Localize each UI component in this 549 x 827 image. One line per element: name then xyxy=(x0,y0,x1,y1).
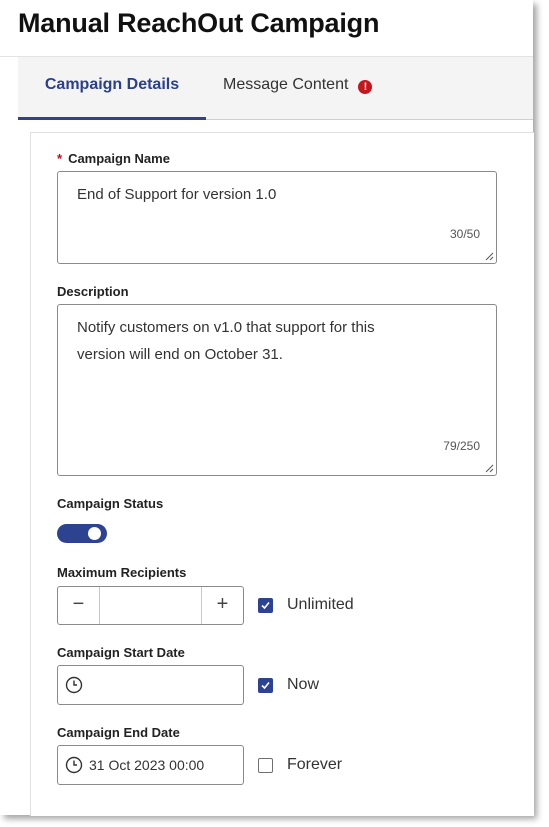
tab-campaign-details[interactable]: Campaign Details xyxy=(18,57,206,120)
start-date-label: Campaign Start Date xyxy=(57,645,185,660)
end-date-value: 31 Oct 2023 00:00 xyxy=(89,757,205,773)
resize-handle-icon[interactable] xyxy=(485,464,494,473)
campaign-name-field[interactable]: End of Support for version 1.0 30/50 xyxy=(57,171,497,264)
toggle-knob xyxy=(88,527,101,540)
description-field[interactable]: Notify customers on v1.0 that support fo… xyxy=(57,304,497,476)
end-date-field[interactable]: 31 Oct 2023 00:00 xyxy=(57,745,244,785)
tab-bar: Campaign Details Message Content! xyxy=(18,57,533,120)
description-value: Notify customers on v1.0 that support fo… xyxy=(77,319,375,363)
maximum-recipients-stepper: − + xyxy=(57,586,244,625)
end-date-label: Campaign End Date xyxy=(57,725,180,740)
campaign-status-toggle[interactable] xyxy=(57,524,107,543)
resize-handle-icon[interactable] xyxy=(485,252,494,261)
checkmark-icon xyxy=(261,601,270,610)
description-counter: 79/250 xyxy=(443,439,480,453)
campaign-name-label-text: Campaign Name xyxy=(68,151,170,166)
start-date-field[interactable] xyxy=(57,665,244,705)
maximum-recipients-label: Maximum Recipients xyxy=(57,565,187,580)
page-title: Manual ReachOut Campaign xyxy=(18,8,380,38)
tab-message-content[interactable]: Message Content! xyxy=(223,57,373,120)
active-tab-indicator xyxy=(18,117,206,120)
campaign-status-label: Campaign Status xyxy=(57,496,164,511)
tab-campaign-details-label: Campaign Details xyxy=(44,76,180,93)
forever-checkbox[interactable] xyxy=(258,758,273,773)
increment-button[interactable]: + xyxy=(201,587,243,624)
forever-label[interactable]: Forever xyxy=(287,756,342,774)
campaign-name-counter: 30/50 xyxy=(449,227,480,241)
campaign-name-value: End of Support for version 1.0 xyxy=(77,186,277,203)
alert-icon: ! xyxy=(358,80,373,94)
checkmark-icon xyxy=(261,681,270,690)
unlimited-checkbox[interactable] xyxy=(258,598,273,613)
campaign-page: Manual ReachOut Campaign Campaign Detail… xyxy=(0,0,534,816)
clock-icon xyxy=(65,756,83,774)
description-label: Description xyxy=(57,284,129,299)
campaign-name-label: * Campaign Name xyxy=(57,151,170,166)
clock-icon xyxy=(65,676,83,694)
now-checkbox[interactable] xyxy=(258,678,273,693)
tab-bar-divider xyxy=(206,119,533,120)
now-label[interactable]: Now xyxy=(287,676,319,694)
tab-message-content-label: Message Content xyxy=(223,76,349,93)
required-marker: * xyxy=(57,151,63,166)
maximum-recipients-input[interactable] xyxy=(100,587,202,624)
unlimited-label[interactable]: Unlimited xyxy=(287,596,354,614)
decrement-button[interactable]: − xyxy=(58,587,100,624)
